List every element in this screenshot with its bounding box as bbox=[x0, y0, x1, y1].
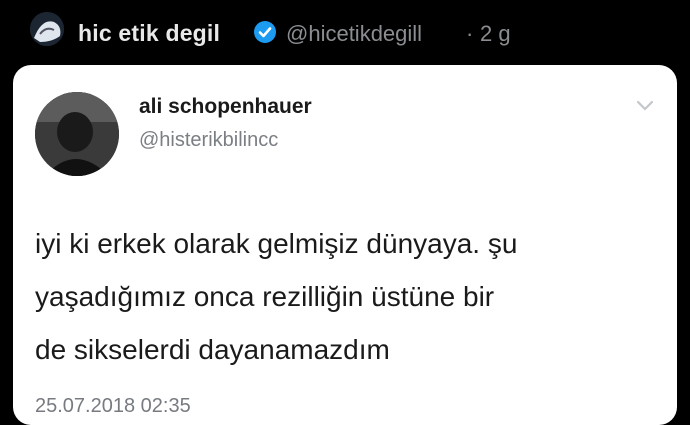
quoted-avatar[interactable] bbox=[35, 92, 119, 176]
tweet-text: iyi ki erkek olarak gelmişiz dünyaya. şu… bbox=[35, 217, 655, 376]
separator-dot: · bbox=[466, 21, 474, 46]
avatar[interactable] bbox=[30, 12, 64, 46]
quoted-tweet-card[interactable]: ali schopenhauer @histerikbilincc iyi ki… bbox=[13, 65, 677, 425]
verified-badge-icon bbox=[254, 21, 276, 43]
avatar-image-icon bbox=[30, 12, 64, 46]
tweet-line: yaşadığımız onca rezilliğin üstüne bir bbox=[35, 281, 495, 312]
tweet-timestamp[interactable]: 25.07.2018 02:35 bbox=[35, 395, 191, 418]
post-time[interactable]: 2 g bbox=[480, 21, 511, 47]
quoted-author-name[interactable]: ali schopenhauer bbox=[139, 95, 312, 119]
author-handle[interactable]: @hicetikdegill bbox=[286, 21, 422, 47]
avatar-image-icon bbox=[35, 92, 119, 176]
tweet-line: de sikselerdi dayanamazdım bbox=[35, 334, 390, 365]
outer-tweet-header: hic etik degil @hicetikdegill · 2 g bbox=[0, 0, 690, 62]
tweet-line: iyi ki erkek olarak gelmişiz dünyaya. şu bbox=[35, 228, 518, 259]
author-name[interactable]: hic etik degil bbox=[78, 20, 220, 47]
quoted-author-handle[interactable]: @histerikbilincc bbox=[139, 129, 278, 152]
chevron-down-icon[interactable] bbox=[635, 99, 655, 113]
